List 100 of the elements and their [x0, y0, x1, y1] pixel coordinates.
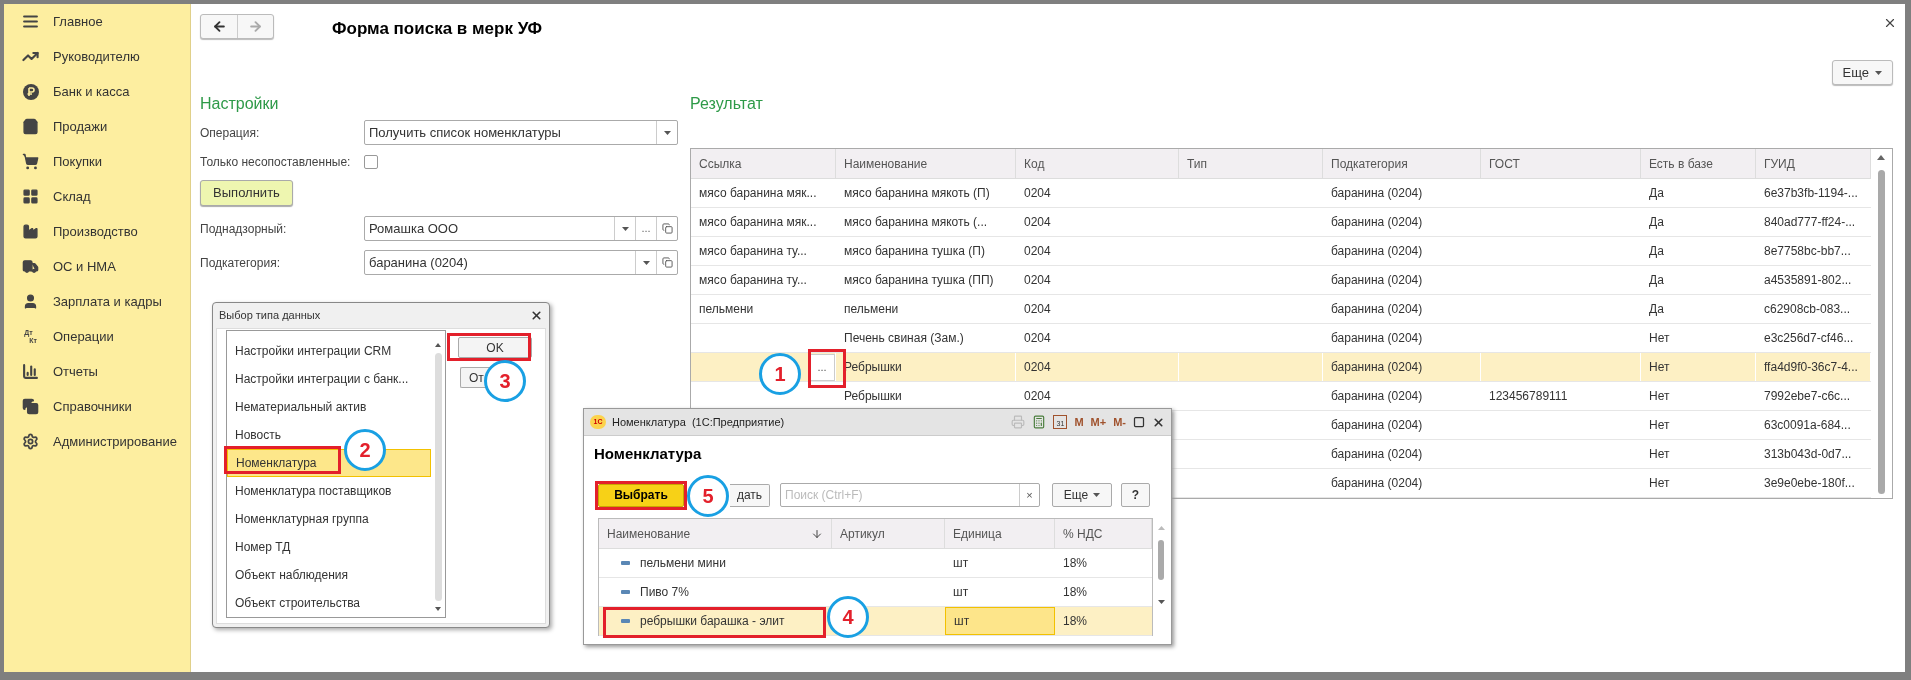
sidebar-item[interactable]: Зарплата и кадры	[4, 284, 190, 319]
table-cell-text: 7992ebe7-c6c...	[1763, 388, 1851, 405]
dialog-title: Выбор типа данных	[219, 308, 321, 324]
sidebar-item[interactable]: Склад	[4, 179, 190, 214]
scroll-up-icon[interactable]	[1877, 155, 1885, 160]
choose-button[interactable]: ...	[809, 353, 835, 381]
list-item[interactable]: Настройки интеграции с банк...	[227, 365, 413, 393]
table-cell-text: 313b043d-0d7...	[1763, 446, 1852, 463]
sidebar-item[interactable]: Отчеты	[4, 354, 190, 389]
table-cell-text: мясо баранина ту...	[698, 272, 807, 289]
close-icon[interactable]	[1152, 415, 1165, 429]
column-header[interactable]: % НДС	[1055, 519, 1152, 548]
operation-dropdown[interactable]: Получить список номенклатуры	[364, 120, 678, 145]
table-cell-text: Пиво 7%	[639, 584, 689, 601]
maximize-icon[interactable]	[1133, 416, 1145, 428]
subcategory-field[interactable]: баранина (0204)	[364, 250, 678, 275]
highlight-frame	[808, 349, 846, 388]
table-cell-text: мясо баранина мяк...	[698, 185, 817, 202]
table-cell-text: Да	[1648, 214, 1664, 231]
dropdown-caret-icon	[663, 130, 671, 135]
table-cell-text: 8e7758bc-bb7...	[1763, 243, 1851, 260]
table-cell-text: баранина (0204)	[1330, 417, 1423, 434]
column-header[interactable]: ГУИД	[1756, 149, 1871, 178]
column-header[interactable]: Наименование	[836, 149, 1016, 178]
close-button[interactable]	[1883, 16, 1897, 30]
grid-icon	[22, 188, 39, 205]
list-item[interactable]: Номенклатурная группа	[227, 505, 373, 533]
table-cell-text: Да	[1648, 243, 1664, 260]
field-label: Поднадзорный:	[200, 220, 288, 238]
menu-icon	[22, 13, 39, 30]
table-cell-text: Нет	[1648, 359, 1670, 376]
column-header[interactable]: Код	[1016, 149, 1179, 178]
column-header[interactable]: ГОСТ	[1481, 149, 1641, 178]
sidebar-item[interactable]: Администрирование	[4, 424, 190, 459]
table-cell-text: 0204	[1023, 214, 1051, 231]
list-item[interactable]: Объект наблюдения	[227, 561, 353, 589]
sidebar-item[interactable]: Главное	[4, 4, 190, 39]
table-cell-text: баранина (0204)	[1330, 243, 1423, 260]
table-cell-text: шт	[953, 613, 970, 630]
table-cell-text: шт	[952, 555, 969, 572]
sort-arrow-icon	[811, 527, 823, 540]
sidebar-item[interactable]: ОС и НМА	[4, 249, 190, 284]
memory-button[interactable]: M	[1074, 413, 1084, 431]
column-header[interactable]: Единица	[945, 519, 1055, 548]
clear-button[interactable]: ×	[1019, 484, 1039, 506]
list-item[interactable]: Новость	[227, 421, 285, 449]
table-cell-text: c62908cb-083...	[1763, 301, 1851, 318]
ok-button[interactable]: OK	[458, 337, 532, 358]
memory-button[interactable]: M-	[1113, 413, 1126, 431]
sidebar-item[interactable]: Производство	[4, 214, 190, 249]
column-header[interactable]: Артикул	[832, 519, 945, 548]
column-header[interactable]: Ссылка	[691, 149, 836, 178]
table-cell-text: 3e9e0ebe-180f...	[1763, 475, 1855, 492]
table-cell-text: 0204	[1023, 359, 1051, 376]
list-item[interactable]: Номер ТД	[227, 533, 295, 561]
calculator-icon[interactable]	[1032, 415, 1047, 429]
column-header[interactable]: Наименование	[599, 519, 832, 548]
scroll-down-icon[interactable]	[435, 607, 441, 611]
memory-button[interactable]: M+	[1090, 413, 1107, 431]
more-button[interactable]: Еще	[1831, 60, 1893, 85]
field-label: Операция:	[200, 124, 261, 142]
table-cell-text: мясо баранина мякоть (П)	[843, 185, 990, 202]
choose-button[interactable]: ...	[635, 217, 656, 240]
select-button[interactable]: Выбрать	[598, 483, 684, 507]
table-cell-text: баранина (0204)	[1330, 446, 1423, 463]
list-item[interactable]: Настройки интеграции CRM	[227, 337, 396, 365]
table-cell-text: мясо баранина ту...	[698, 243, 807, 260]
sidebar-item[interactable]: Банк и касса	[4, 74, 190, 109]
documents-icon	[22, 398, 39, 415]
table-cell-text: пельмени	[843, 301, 899, 318]
column-header[interactable]: Тип	[1179, 149, 1323, 178]
column-header[interactable]: Есть в базе	[1641, 149, 1756, 178]
scroll-down-icon[interactable]	[1157, 600, 1165, 604]
settings-icon	[22, 433, 39, 450]
table-cell-text: Нет	[1648, 330, 1670, 347]
list-item[interactable]: Номенклатура поставщиков	[227, 477, 396, 505]
list-item[interactable]: Нематериальный актив	[227, 393, 371, 421]
table-cell-text: 0204	[1023, 388, 1051, 405]
checkbox[interactable]	[364, 155, 378, 169]
column-header[interactable]: Подкатегория	[1323, 149, 1481, 178]
help-button[interactable]: ?	[1121, 483, 1150, 507]
sidebar-item[interactable]: Руководителю	[4, 39, 190, 74]
sidebar-item[interactable]: Покупки	[4, 144, 190, 179]
search-field[interactable]: Поиск (Ctrl+F) ×	[780, 483, 1040, 507]
section-heading: Результат	[690, 94, 763, 114]
run-button[interactable]: Выполнить	[200, 180, 293, 206]
supervised-field[interactable]: Ромашка ООО ...	[364, 216, 678, 241]
table-cell-text: 0204	[1023, 301, 1051, 318]
close-icon	[1883, 16, 1897, 30]
sidebar-item[interactable]: Продажи	[4, 109, 190, 144]
list-item[interactable]: Объект строительства	[227, 589, 365, 617]
more-button[interactable]: Еще	[1052, 483, 1112, 507]
close-icon[interactable]	[530, 309, 543, 322]
dropdown-caret-icon	[642, 260, 650, 265]
cancel-button[interactable]: От	[460, 367, 490, 388]
sidebar-item[interactable]: Справочники	[4, 389, 190, 424]
create-button[interactable]: дать	[730, 483, 770, 507]
table-cell-text: баранина (0204)	[1330, 185, 1423, 202]
scroll-up-icon[interactable]	[435, 343, 441, 347]
table-cell-text: Да	[1648, 272, 1664, 289]
